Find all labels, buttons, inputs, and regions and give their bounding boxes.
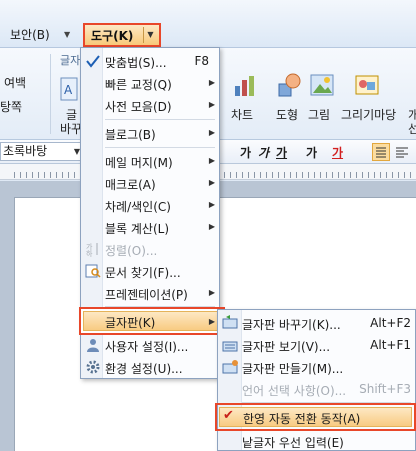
underline-button[interactable]: 가 (276, 144, 287, 161)
sort-icon: 가하 (85, 241, 101, 258)
font-color-button[interactable]: 가 (332, 144, 343, 161)
menu-item-mail-merge[interactable]: 메일 머지(M) ▶ (81, 150, 219, 172)
submenu-item-auto-switch[interactable]: ✔ 한영 자동 전환 동작(A) (215, 403, 416, 431)
menu-item-label: 사용자 설정(I)... (105, 340, 189, 354)
menu-item-label: 사전 모음(D) (105, 100, 172, 114)
chevron-right-icon: ▶ (208, 128, 215, 137)
submenu-item-shortcut: Shift+F3 (359, 382, 411, 396)
menu-item-shortcut: F8 (194, 54, 209, 68)
submenu-item-shortcut: Alt+F1 (370, 338, 411, 352)
keyboard-switch-icon (222, 315, 238, 331)
shape-icon[interactable] (276, 72, 302, 98)
menu-separator (105, 119, 215, 120)
menu-item-label: 정렬(O)... (105, 244, 158, 258)
menu-item-quick-correct[interactable]: 빠른 교정(Q) ▶ (81, 72, 219, 94)
menu-item-label: 문서 찾기(F)... (105, 266, 181, 280)
ribbon-margin-label[interactable]: 여백 (4, 74, 26, 91)
ribbon-partial-label[interactable]: 탕쪽 (0, 98, 22, 115)
tools-menu: 맞춤법(S)... F8 빠른 교정(Q) ▶ 사전 모음(D) ▶ 블로그(B… (79, 47, 225, 379)
shape-button[interactable]: 도형 (276, 106, 298, 123)
text-icon[interactable]: A (58, 76, 80, 102)
keyboard-create-icon (222, 359, 238, 375)
keyboard-submenu: 글자판 바꾸기(K)... Alt+F2 글자판 보기(V)... Alt+F1… (215, 309, 416, 451)
menu-item-user-settings[interactable]: 사용자 설정(I)... (81, 334, 219, 356)
chevron-right-icon: ▶ (208, 200, 215, 209)
menu-tools[interactable]: 도구(K) ▼ (83, 23, 161, 47)
ribbon-divider (50, 54, 51, 134)
drawing-button[interactable]: 그리기마당 (341, 106, 396, 123)
menu-item-label: 빠른 교정(Q) (105, 78, 172, 92)
align-left-icon[interactable] (394, 144, 412, 162)
menu-item-block-calc[interactable]: 블록 계산(L) ▶ (81, 216, 219, 238)
menu-item-label: 환경 설정(U)... (105, 362, 183, 376)
chevron-down-icon[interactable]: ▼ (143, 27, 157, 43)
ribbon-group-label: 글자 (60, 54, 81, 67)
bold-button[interactable]: 가 (240, 144, 251, 161)
ribbon-partial-btn-line2[interactable]: 바꾸 (60, 120, 82, 137)
picture-icon[interactable] (309, 72, 335, 98)
submenu-item-label: 글자판 보기(V)... (242, 340, 331, 354)
submenu-item-label: 글자판 만들기(M)... (242, 362, 344, 376)
preferences-icon (85, 359, 101, 375)
menu-item-presentation[interactable]: 프레젠테이션(P) ▶ (81, 282, 219, 304)
submenu-item-language-options[interactable]: 언어 선택 사항(O)... Shift+F3 (218, 378, 415, 400)
chevron-down-icon[interactable]: ▼ (64, 25, 70, 45)
style-select-value: 초록바탕 (3, 144, 48, 158)
svg-text:하: 하 (86, 249, 93, 257)
chevron-right-icon: ▶ (208, 288, 215, 297)
menu-item-label: 글자판(K) (105, 316, 156, 330)
menu-item-find-document[interactable]: 문서 찾기(F)... (81, 260, 219, 282)
user-settings-icon (85, 337, 101, 353)
spellcheck-icon (85, 53, 101, 69)
chevron-right-icon: ▶ (208, 100, 215, 109)
keyboard-view-icon (222, 337, 238, 353)
menu-item-label: 차례/색인(C) (105, 200, 171, 214)
submenu-item-switch-keyboard[interactable]: 글자판 바꾸기(K)... Alt+F2 (218, 312, 415, 334)
chevron-right-icon: ▶ (208, 317, 215, 326)
style-select[interactable]: 초록바탕 ▼ (0, 142, 84, 161)
menu-item-label: 블록 계산(L) (105, 222, 170, 236)
submenu-item-create-keyboard[interactable]: 글자판 만들기(M)... (218, 356, 415, 378)
menubar: 보안(B) ▼ 도구(K) ▼ (0, 0, 416, 48)
strike-button[interactable]: 가 (306, 144, 317, 161)
submenu-item-shortcut: Alt+F2 (370, 316, 411, 330)
picture-button[interactable]: 그림 (308, 106, 330, 123)
submenu-item-single-char-input[interactable]: 낱글자 우선 입력(E) (218, 430, 415, 451)
chevron-right-icon: ▶ (208, 156, 215, 165)
menu-item-dictionary[interactable]: 사전 모음(D) ▶ (81, 94, 219, 116)
ribbon-partial-right-2[interactable]: 선 (408, 120, 416, 137)
menu-item-keyboard[interactable]: 글자판(K) ▶ (79, 307, 225, 335)
submenu-item-view-keyboard[interactable]: 글자판 보기(V)... Alt+F1 (218, 334, 415, 356)
menu-item-label: 블로그(B) (105, 128, 156, 142)
align-justify-icon[interactable] (372, 143, 390, 161)
menu-tools-label: 도구(K) (91, 29, 134, 43)
menu-item-preferences[interactable]: 환경 설정(U)... (81, 356, 219, 378)
menu-item-label: 메일 머지(M) (105, 156, 173, 170)
submenu-item-label: 낱글자 우선 입력(E) (242, 436, 344, 450)
svg-text:A: A (64, 83, 73, 97)
chart-button[interactable]: 차트 (231, 106, 253, 123)
menu-item-toc-index[interactable]: 차례/색인(C) ▶ (81, 194, 219, 216)
find-document-icon (85, 263, 101, 279)
menu-item-blog[interactable]: 블로그(B) ▶ (81, 122, 219, 144)
checkmark-icon: ✔ (223, 408, 234, 423)
submenu-item-label: 한영 자동 전환 동작(A) (243, 412, 361, 426)
menu-security[interactable]: 보안(B) (10, 25, 50, 45)
submenu-item-label: 언어 선택 사항(O)... (242, 384, 347, 398)
menu-separator (105, 147, 215, 148)
menu-item-label: 프레젠테이션(P) (105, 288, 188, 302)
menu-item-sort[interactable]: 가하 정렬(O)... (81, 238, 219, 260)
italic-button[interactable]: 가 (258, 144, 269, 161)
menu-item-spellcheck[interactable]: 맞춤법(S)... F8 (81, 50, 219, 72)
menu-item-label: 매크로(A) (105, 178, 156, 192)
chevron-right-icon: ▶ (208, 222, 215, 231)
menu-item-macro[interactable]: 매크로(A) ▶ (81, 172, 219, 194)
chevron-right-icon: ▶ (208, 178, 215, 187)
chevron-right-icon: ▶ (208, 78, 215, 87)
drawing-icon[interactable] (354, 72, 380, 98)
menu-item-label: 맞춤법(S)... (105, 56, 167, 70)
submenu-item-label: 글자판 바꾸기(K)... (242, 318, 341, 332)
chart-icon[interactable] (232, 72, 258, 98)
